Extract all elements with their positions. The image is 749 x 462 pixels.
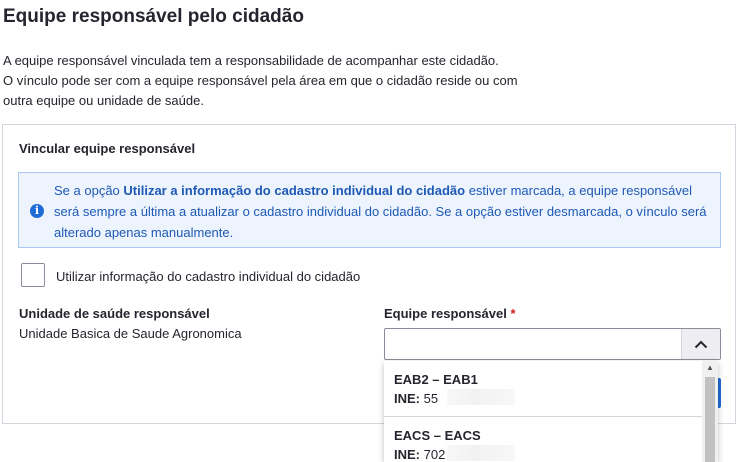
use-registration-checkbox-label[interactable]: Utilizar informação do cadastro individu… <box>56 269 360 284</box>
use-registration-checkbox[interactable] <box>21 263 45 287</box>
team-option[interactable]: EACS – EACS INE: 702 <box>384 417 702 462</box>
redaction-blur <box>447 445 515 461</box>
redaction-blur <box>447 389 515 405</box>
select-toggle-button[interactable] <box>681 329 720 359</box>
unit-value: Unidade Basica de Saude Agronomica <box>19 326 242 341</box>
alert-text-prefix: Se a opção <box>54 183 124 198</box>
ine-value: 702 <box>423 447 446 462</box>
team-option-ine: INE: 702 <box>394 447 445 462</box>
intro-line: outra equipe ou unidade de saúde. <box>3 93 204 108</box>
team-option-name: EACS – EACS <box>394 428 481 443</box>
ine-value: 55 <box>423 391 439 406</box>
ine-label: INE: <box>394 447 420 462</box>
intro-text: A equipe responsável vinculada tem a res… <box>3 51 543 111</box>
intro-line: O vínculo pode ser com a equipe responsá… <box>3 73 518 88</box>
team-option-name: EAB2 – EAB1 <box>394 372 478 387</box>
unit-label: Unidade de saúde responsável <box>19 306 210 321</box>
scroll-up-arrow-icon[interactable]: ▲ <box>702 361 718 375</box>
chevron-up-icon <box>694 340 708 348</box>
intro-line: A equipe responsável vinculada tem a res… <box>3 53 499 68</box>
team-label: Equipe responsável * <box>384 306 516 321</box>
page-title: Equipe responsável pelo cidadão <box>3 6 304 27</box>
info-alert: i Se a opção Utilizar a informação do ca… <box>18 172 721 248</box>
dropdown-scrollbar[interactable]: ▲ <box>702 361 718 462</box>
team-dropdown: EAB2 – EAB1 INE: 55 EACS – EACS INE: 702… <box>384 361 718 462</box>
team-select[interactable] <box>384 328 721 360</box>
info-icon: i <box>30 204 44 218</box>
alert-text: Se a opção Utilizar a informação do cada… <box>54 180 714 243</box>
team-option[interactable]: EAB2 – EAB1 INE: 55 <box>384 361 702 415</box>
ine-label: INE: <box>394 391 420 406</box>
team-option-ine: INE: 55 <box>394 391 438 406</box>
scrollbar-thumb[interactable] <box>705 377 715 462</box>
required-mark: * <box>510 306 516 321</box>
team-label-text: Equipe responsável <box>384 306 507 321</box>
alert-text-bold: Utilizar a informação do cadastro indivi… <box>123 183 466 198</box>
card-title: Vincular equipe responsável <box>19 141 196 156</box>
